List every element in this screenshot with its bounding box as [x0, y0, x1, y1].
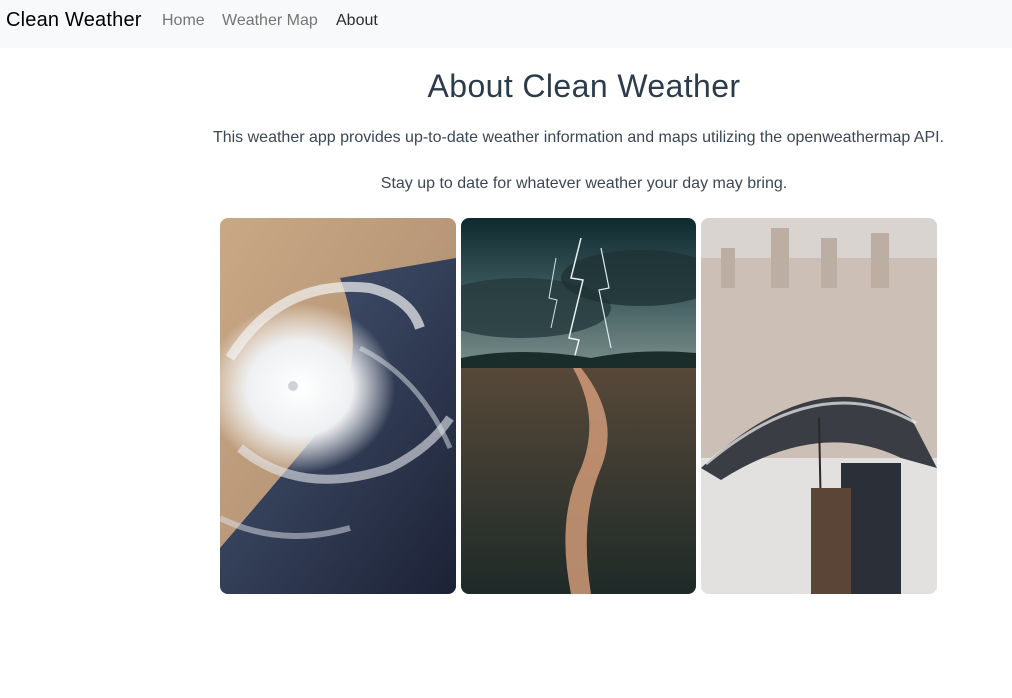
brand-link[interactable]: Clean Weather [6, 9, 142, 32]
nav-home-link[interactable]: Home [162, 12, 205, 30]
hurricane-satellite-photo [220, 218, 456, 594]
nav-weather-map-link[interactable]: Weather Map [222, 12, 318, 30]
page-title: About Clean Weather [427, 68, 741, 104]
top-navbar: Clean Weather Home Weather Map About [0, 0, 1012, 48]
description-paragraph: This weather app provides up-to-date wea… [212, 129, 945, 146]
tagline-paragraph: Stay up to date for whatever weather you… [380, 175, 788, 192]
nav-about-link[interactable]: About [336, 12, 378, 30]
lightning-storm-photo [461, 218, 696, 594]
snow-umbrella-photo [701, 218, 937, 594]
